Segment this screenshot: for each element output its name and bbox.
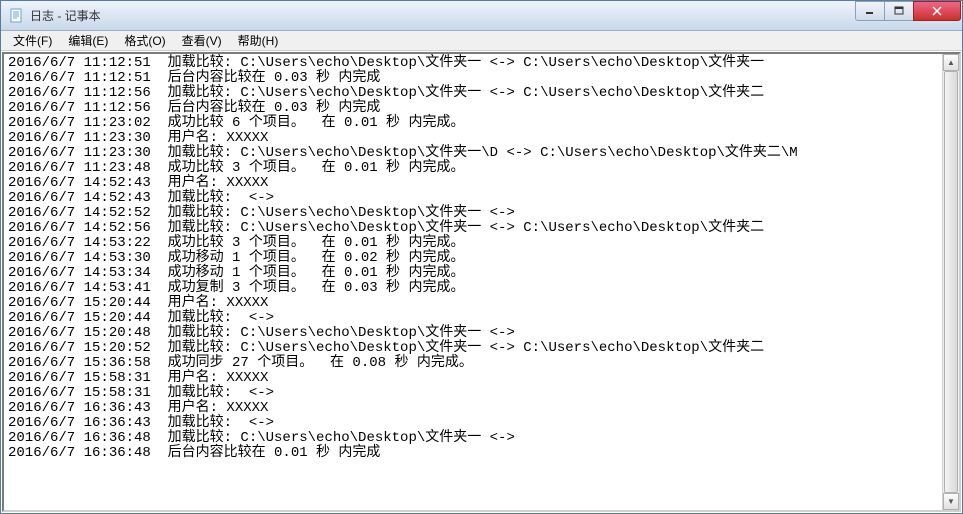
editor-wrap: 2016/6/7 11:12:51 加载比较: C:\Users\echo\De… <box>2 52 961 512</box>
menu-format[interactable]: 格式(O) <box>116 30 173 51</box>
window-title: 日志 - 记事本 <box>30 7 856 24</box>
minimize-icon <box>865 6 875 16</box>
close-icon <box>931 6 943 16</box>
vertical-scrollbar[interactable]: ▲ ▼ <box>942 54 959 510</box>
titlebar[interactable]: 日志 - 记事本 <box>1 1 962 31</box>
notepad-icon <box>9 8 25 24</box>
minimize-button[interactable] <box>855 1 885 21</box>
scroll-up-button[interactable]: ▲ <box>943 54 959 71</box>
menu-help[interactable]: 帮助(H) <box>230 30 287 51</box>
menu-view[interactable]: 查看(V) <box>174 30 230 51</box>
close-button[interactable] <box>913 1 961 21</box>
chevron-up-icon: ▲ <box>947 58 955 67</box>
notepad-window: 日志 - 记事本 文件(F) 编辑(E) 格式(O) 查看(V) 帮助(H) 2… <box>0 0 963 514</box>
window-controls <box>856 1 961 23</box>
maximize-button[interactable] <box>884 1 914 21</box>
maximize-icon <box>894 6 904 16</box>
chevron-down-icon: ▼ <box>947 497 955 506</box>
text-area[interactable]: 2016/6/7 11:12:51 加载比较: C:\Users\echo\De… <box>4 54 942 510</box>
menu-edit[interactable]: 编辑(E) <box>60 30 116 51</box>
scroll-track[interactable] <box>943 71 959 493</box>
scroll-thumb[interactable] <box>944 71 958 493</box>
menubar: 文件(F) 编辑(E) 格式(O) 查看(V) 帮助(H) <box>1 31 962 51</box>
scroll-down-button[interactable]: ▼ <box>943 493 959 510</box>
menu-file[interactable]: 文件(F) <box>5 30 60 51</box>
